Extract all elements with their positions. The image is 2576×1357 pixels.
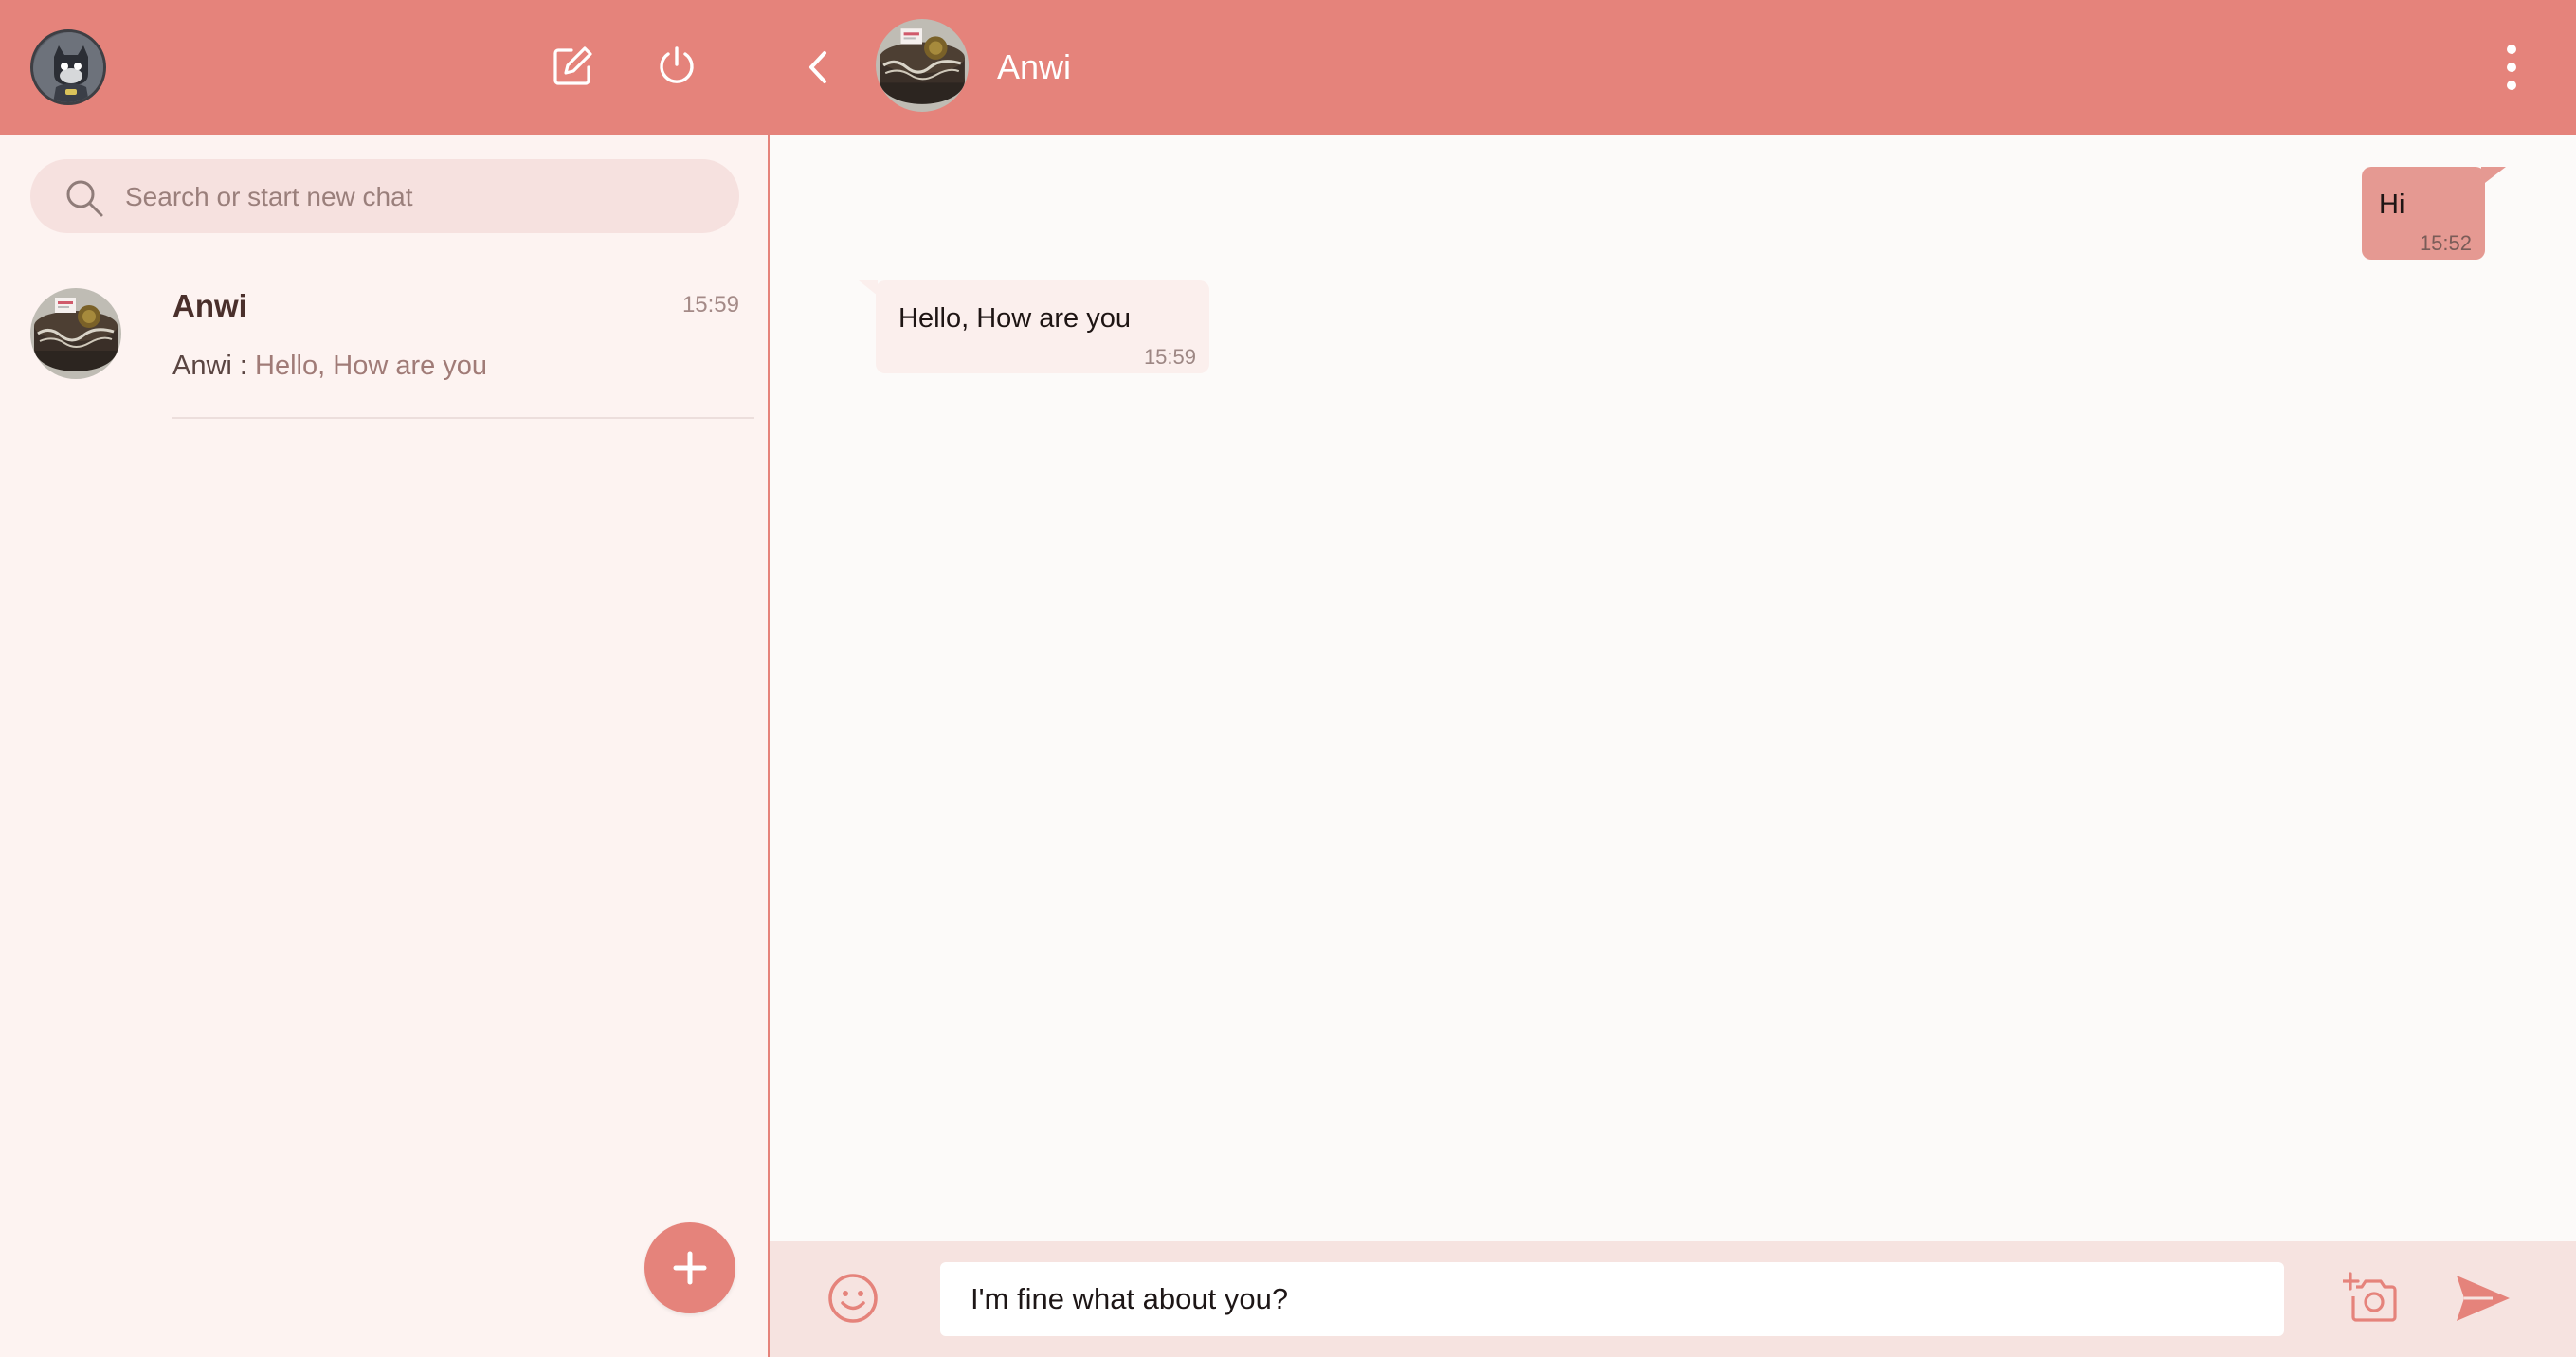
message-outgoing: Hi 15:52 bbox=[2362, 167, 2506, 260]
send-icon[interactable] bbox=[2455, 1272, 2512, 1325]
conversation-pane: Anwi Hi 15:52 Hello, How are you 15:59 bbox=[770, 0, 2576, 1357]
preview-sender: Anwi : bbox=[172, 351, 247, 381]
new-chat-fab-button[interactable] bbox=[644, 1222, 735, 1313]
message-text: Hi bbox=[2379, 190, 2405, 220]
message-time: 15:59 bbox=[1143, 345, 1196, 369]
chat-contact-name: Anwi bbox=[172, 288, 247, 323]
chat-last-message-preview: Anwi : Hello, How are you bbox=[172, 351, 487, 382]
sidebar-header bbox=[0, 0, 768, 135]
plus-icon bbox=[673, 1251, 707, 1285]
search-bar bbox=[30, 159, 739, 235]
message-incoming: Hello, How are you 15:59 bbox=[859, 280, 1209, 373]
message-time: 15:52 bbox=[2419, 231, 2472, 255]
search-icon bbox=[66, 180, 103, 217]
kebab-menu-icon[interactable] bbox=[2500, 42, 2523, 93]
contact-cake-avatar[interactable] bbox=[876, 19, 969, 112]
message-list: Hi 15:52 Hello, How are you 15:59 bbox=[770, 135, 2576, 1241]
divider bbox=[172, 417, 754, 419]
cake-avatar bbox=[30, 288, 121, 379]
message-text: Hello, How are you bbox=[898, 303, 1131, 334]
preview-text: Hello, How are you bbox=[255, 351, 488, 381]
message-composer bbox=[770, 1241, 2576, 1357]
emoji-icon[interactable] bbox=[826, 1272, 880, 1325]
sidebar: Anwi 15:59 Anwi : Hello, How are you bbox=[0, 0, 770, 1357]
conversation-header: Anwi bbox=[770, 0, 2576, 135]
power-icon[interactable] bbox=[652, 42, 701, 91]
chat-last-time: 15:59 bbox=[681, 292, 739, 317]
camera-add-icon[interactable] bbox=[2343, 1270, 2398, 1325]
contact-name: Anwi bbox=[997, 47, 1072, 86]
message-input[interactable] bbox=[940, 1262, 2284, 1336]
chevron-left-icon[interactable] bbox=[794, 44, 842, 91]
chat-list-item-anwi[interactable]: Anwi 15:59 Anwi : Hello, How are you bbox=[0, 262, 768, 419]
chat-app: Anwi 15:59 Anwi : Hello, How are you bbox=[0, 0, 2576, 1357]
my-profile-avatar[interactable] bbox=[30, 29, 106, 105]
batman-figure-icon bbox=[33, 32, 103, 102]
chat-list: Anwi 15:59 Anwi : Hello, How are you bbox=[0, 262, 768, 419]
new-chat-edit-icon[interactable] bbox=[548, 42, 597, 91]
search-input[interactable] bbox=[123, 159, 715, 235]
